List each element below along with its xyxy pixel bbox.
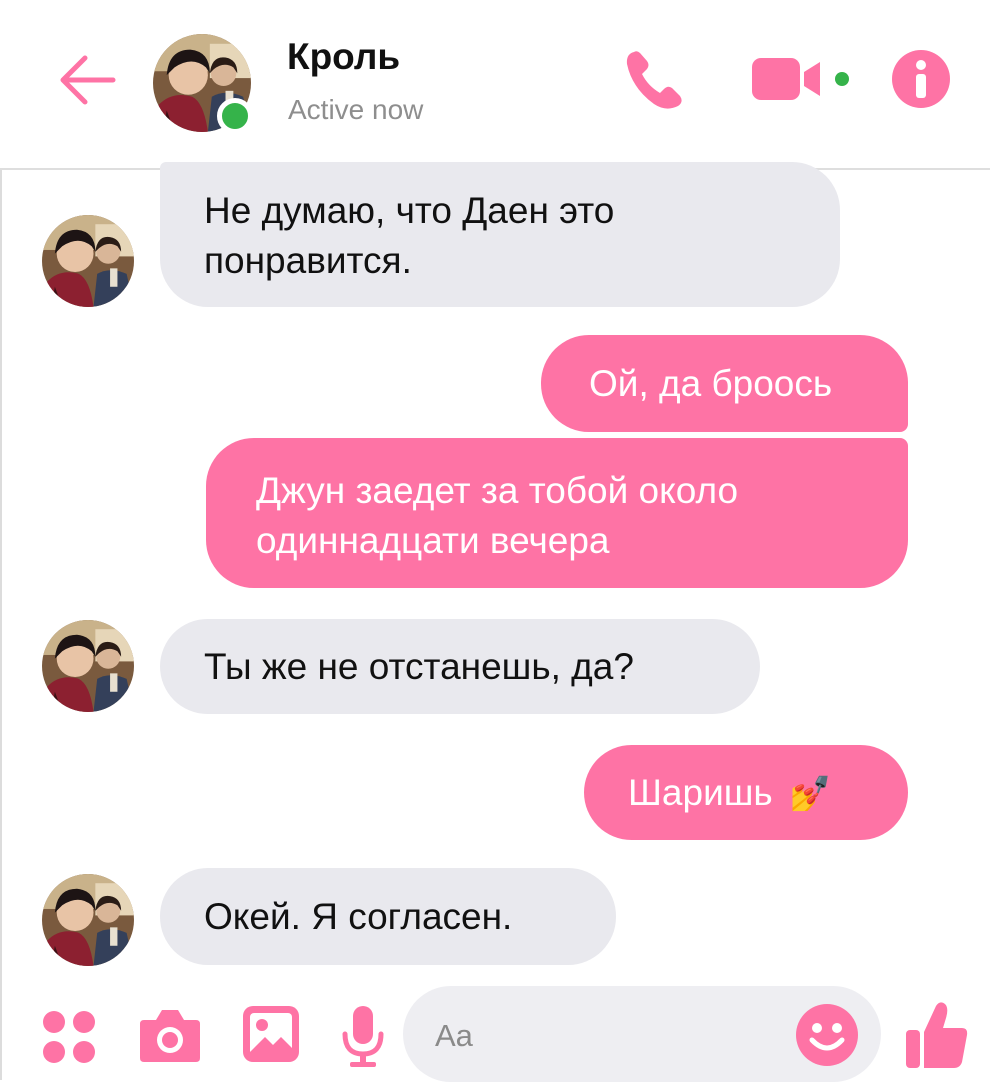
message-text: Ты же не отстанешь, да? <box>204 646 634 687</box>
avatar-photo <box>42 874 134 966</box>
sender-avatar[interactable] <box>42 215 134 307</box>
like-button[interactable] <box>904 1000 970 1070</box>
thumbs-up-icon <box>906 1002 968 1068</box>
message-bubble-incoming[interactable]: Не думаю, что Даен это понравится. <box>160 162 840 307</box>
message-text: Окей. Я согласен. <box>204 896 513 937</box>
emoji-button[interactable] <box>794 1002 860 1068</box>
message-bubble-outgoing[interactable]: Джун заедет за тобой около одиннадцати в… <box>206 438 908 588</box>
video-camera-icon <box>752 58 849 100</box>
camera-button[interactable] <box>138 1006 202 1064</box>
online-status-dot <box>217 98 253 134</box>
back-button[interactable] <box>55 50 117 110</box>
four-dots-icon <box>43 1011 95 1063</box>
image-icon <box>243 1006 299 1062</box>
sender-avatar[interactable] <box>42 874 134 966</box>
message-text: Шаришь <box>628 772 773 813</box>
message-text: понравится. <box>204 240 412 281</box>
info-button[interactable] <box>890 48 952 110</box>
smiley-icon <box>796 1004 858 1066</box>
call-button[interactable] <box>620 44 690 114</box>
message-bubble-outgoing[interactable]: Шаришь 💅 <box>584 745 908 840</box>
avatar-photo <box>42 620 134 712</box>
voice-message-button[interactable] <box>340 1004 386 1068</box>
chat-header: Кроль Active now <box>0 0 990 168</box>
sender-avatar[interactable] <box>42 620 134 712</box>
message-text: одиннадцати вечера <box>256 520 610 561</box>
more-actions-button[interactable] <box>40 1008 98 1066</box>
microphone-icon <box>342 1006 384 1067</box>
message-bubble-outgoing[interactable]: Ой, да броось <box>541 335 908 432</box>
message-bubble-incoming[interactable]: Окей. Я согласен. <box>160 868 616 965</box>
message-bubble-incoming[interactable]: Ты же не отстанешь, да? <box>160 619 760 714</box>
contact-name[interactable]: Кроль <box>287 36 400 78</box>
video-call-button[interactable] <box>750 54 860 104</box>
active-status: Active now <box>288 94 424 125</box>
phone-icon <box>626 51 682 109</box>
message-text: Ой, да броось <box>589 363 833 404</box>
message-input-placeholder: Aa <box>435 1018 473 1053</box>
avatar-photo <box>42 215 134 307</box>
nail-polish-emoji: 💅 <box>788 775 832 813</box>
message-text: Джун заедет за тобой около <box>256 470 739 511</box>
back-arrow-icon <box>60 55 116 105</box>
gallery-button[interactable] <box>241 1004 301 1064</box>
info-icon <box>892 50 950 108</box>
message-text: Не думаю, что Даен это <box>204 190 615 231</box>
camera-icon <box>140 1010 200 1062</box>
